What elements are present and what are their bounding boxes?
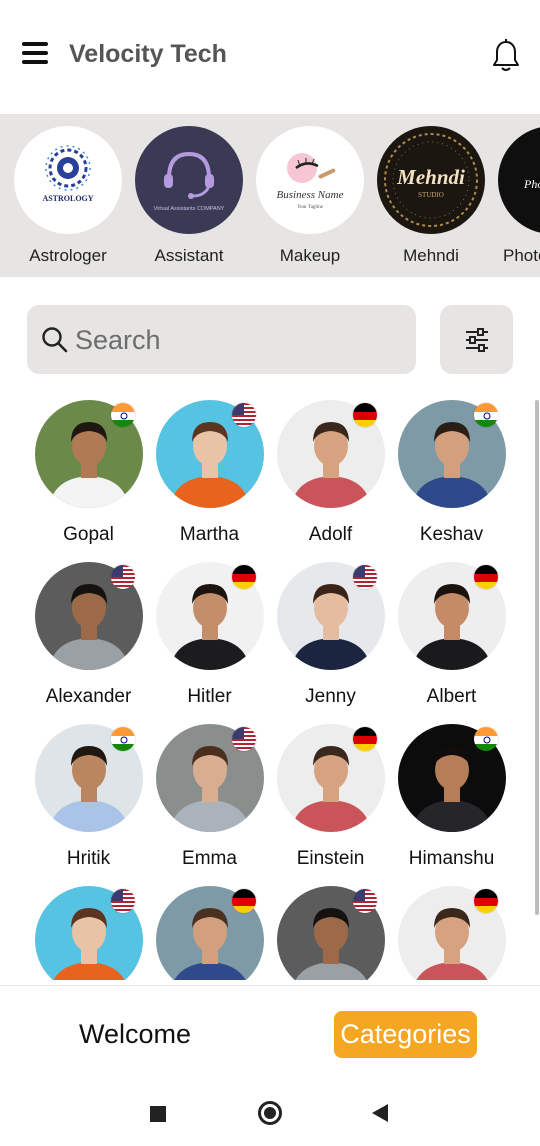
india-flag-icon <box>110 726 136 752</box>
categories-tab[interactable]: Categories <box>334 1011 477 1058</box>
person-card[interactable]: Emma <box>149 724 270 870</box>
sliders-icon <box>465 327 488 352</box>
category-astrologer[interactable]: ASTROLOGY Astrologer <box>13 126 123 266</box>
category-label: Mehndi <box>403 246 459 265</box>
usa-flag-icon <box>352 564 378 590</box>
germany-flag-icon <box>352 402 378 428</box>
app-title: Velocity Tech <box>69 40 227 68</box>
person-card[interactable]: Jenny <box>270 562 391 708</box>
photo-logo: Pho <box>498 126 540 234</box>
person-card[interactable] <box>391 886 512 980</box>
person-name: Martha <box>179 524 240 545</box>
search-input[interactable] <box>75 319 405 361</box>
usa-flag-icon <box>352 888 378 914</box>
person-name: Hritik <box>66 848 111 869</box>
person-name: Einstein <box>296 848 365 869</box>
svg-text:Virtual Assistants COMPANY: Virtual Assistants COMPANY <box>154 206 225 212</box>
category-carousel[interactable]: ASTROLOGY Astrologer Virtual Assistants … <box>0 114 540 277</box>
category-label: Makeup <box>279 246 341 265</box>
usa-flag-icon <box>110 564 136 590</box>
svg-text:STUDIO: STUDIO <box>418 191 444 199</box>
makeup-logo: Business Name Your Tagline <box>256 126 364 234</box>
mehndi-logo: Mehndi STUDIO <box>377 126 485 234</box>
astrology-logo: ASTROLOGY <box>14 126 122 234</box>
person-card[interactable]: Alexander <box>28 562 149 708</box>
person-card[interactable]: Albert <box>391 562 512 708</box>
person-name: Alexander <box>45 686 132 707</box>
germany-flag-icon <box>473 564 499 590</box>
svg-text:Mehndi: Mehndi <box>396 165 465 189</box>
person-card[interactable]: Adolf <box>270 400 391 546</box>
person-name: Himanshu <box>408 848 495 869</box>
svg-text:Business Name: Business Name <box>277 189 344 201</box>
category-label: Astrologer <box>29 246 107 265</box>
person-card[interactable] <box>149 886 270 980</box>
india-flag-icon <box>473 402 499 428</box>
person-name: Gopal <box>63 524 114 545</box>
germany-flag-icon <box>473 888 499 914</box>
person-name: Albert <box>426 686 477 707</box>
people-grid[interactable]: Gopal Martha Adolf Keshav Alexander Hitler Jen… <box>0 396 540 980</box>
svg-text:ASTROLOGY: ASTROLOGY <box>42 194 93 203</box>
usa-flag-icon <box>110 888 136 914</box>
person-card[interactable] <box>28 886 149 980</box>
category-assistant[interactable]: Virtual Assistants COMPANY Assistant <box>134 126 244 266</box>
recent-apps-icon[interactable] <box>150 1106 166 1122</box>
person-card[interactable]: Gopal <box>28 400 149 546</box>
search-icon <box>42 327 68 353</box>
person-name: Keshav <box>419 524 484 545</box>
person-card[interactable]: Martha <box>149 400 270 546</box>
top-app-bar: Velocity Tech <box>0 0 540 114</box>
back-icon[interactable] <box>372 1104 388 1122</box>
person-card[interactable] <box>270 886 391 980</box>
category-makeup[interactable]: Business Name Your Tagline Makeup <box>255 126 365 266</box>
scrollbar[interactable] <box>535 400 539 915</box>
usa-flag-icon <box>231 402 257 428</box>
person-card[interactable]: Keshav <box>391 400 512 546</box>
bottom-navigation: Welcome Categories <box>0 985 540 1081</box>
filter-button[interactable] <box>440 305 513 374</box>
person-name: Adolf <box>308 524 353 545</box>
person-name: Hitler <box>187 686 232 707</box>
india-flag-icon <box>110 402 136 428</box>
category-photo[interactable]: Pho Photo <box>497 126 540 266</box>
usa-flag-icon <box>231 726 257 752</box>
assistant-logo: Virtual Assistants COMPANY <box>135 126 243 234</box>
svg-text:Pho: Pho <box>523 177 540 191</box>
person-card[interactable]: Einstein <box>270 724 391 870</box>
germany-flag-icon <box>231 888 257 914</box>
bell-icon[interactable] <box>490 38 522 74</box>
category-mehndi[interactable]: Mehndi STUDIO Mehndi <box>376 126 486 266</box>
person-card[interactable]: Himanshu <box>391 724 512 870</box>
person-card[interactable]: Hitler <box>149 562 270 708</box>
person-card[interactable]: Hritik <box>28 724 149 870</box>
person-name: Emma <box>182 848 237 869</box>
hamburger-menu-icon[interactable] <box>22 42 48 68</box>
germany-flag-icon <box>352 726 378 752</box>
welcome-tab[interactable]: Welcome <box>79 1019 191 1050</box>
home-icon[interactable] <box>258 1101 282 1125</box>
category-label: Assistant <box>154 246 224 265</box>
germany-flag-icon <box>231 564 257 590</box>
search-bar[interactable] <box>27 305 416 374</box>
category-label: Photo <box>503 246 540 265</box>
svg-text:Your Tagline: Your Tagline <box>297 205 324 210</box>
system-navigation-bar <box>0 1082 540 1146</box>
india-flag-icon <box>473 726 499 752</box>
person-name: Jenny <box>305 686 356 707</box>
